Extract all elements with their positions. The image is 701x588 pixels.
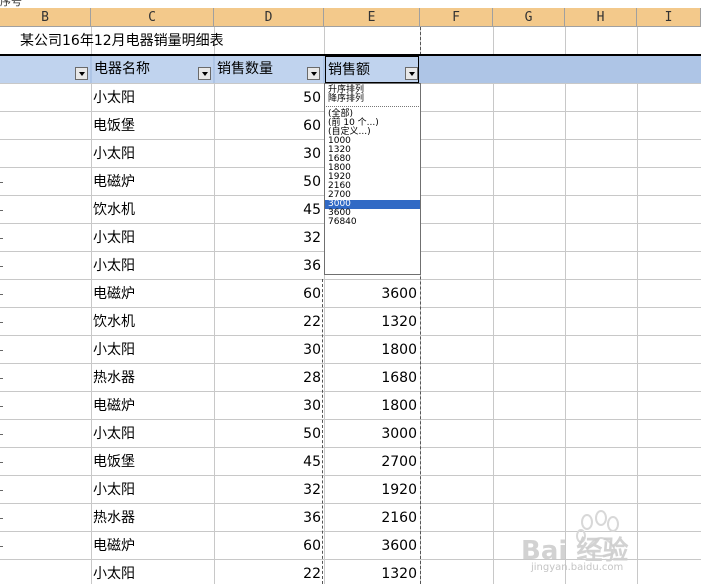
- cell-qty[interactable]: 36: [214, 252, 322, 280]
- cell-qty[interactable]: 45: [214, 448, 322, 476]
- cell-qty[interactable]: 30: [214, 140, 322, 168]
- cell-amt[interactable]: 3000: [324, 420, 417, 448]
- column-header-h[interactable]: H: [565, 8, 637, 27]
- cell-amt[interactable]: 1800: [324, 392, 417, 420]
- column-header-f[interactable]: F: [420, 8, 493, 27]
- cell-qty[interactable]: 28: [214, 364, 322, 392]
- cell-name[interactable]: 小太阳: [92, 420, 135, 448]
- cell-name[interactable]: 小太阳: [92, 84, 135, 112]
- column-header-d[interactable]: D: [214, 8, 324, 27]
- cell-qty[interactable]: 32: [214, 224, 322, 252]
- cell-name[interactable]: 电磁炉: [92, 168, 135, 196]
- baidu-watermark: Bai 经验 jingyan.baidu.com: [521, 508, 671, 578]
- autofilter-dropdown-list[interactable]: 升序排列 降序排列 (全部) (前 10 个...) (自定义...) 1000…: [324, 83, 421, 275]
- cell-name[interactable]: 小太阳: [92, 224, 135, 252]
- cell-qty[interactable]: 45: [214, 196, 322, 224]
- column-header-g[interactable]: G: [493, 8, 565, 27]
- cell-qty[interactable]: 36: [214, 504, 322, 532]
- cell-qty[interactable]: 30: [214, 392, 322, 420]
- cell-name[interactable]: 饮水机: [92, 308, 135, 336]
- cell-amt[interactable]: 2700: [324, 448, 417, 476]
- cell-qty[interactable]: 22: [214, 308, 322, 336]
- cell-name[interactable]: 小太阳: [92, 476, 135, 504]
- filter-dropdown-qty[interactable]: [307, 67, 320, 80]
- cell-qty[interactable]: 60: [214, 112, 322, 140]
- cell-qty[interactable]: 60: [214, 280, 322, 308]
- cell-name[interactable]: 小太阳: [92, 336, 135, 364]
- column-header-e[interactable]: E: [324, 8, 420, 27]
- filter-dropdown-amt[interactable]: [405, 67, 418, 80]
- cell-name[interactable]: 小太阳: [92, 252, 135, 280]
- formula-bar-fragment: 序号: [0, 0, 22, 8]
- cell-qty[interactable]: 50: [214, 420, 322, 448]
- cell-amt[interactable]: 1920: [324, 476, 417, 504]
- cell-amt[interactable]: 3600: [324, 532, 417, 560]
- cell-amt[interactable]: 3600: [324, 280, 417, 308]
- cell-amt[interactable]: 1680: [324, 364, 417, 392]
- sheet-title: 某公司16年12月电器销量明细表: [20, 33, 224, 49]
- sort-descending-option[interactable]: 降序排列: [325, 95, 420, 104]
- cell-name[interactable]: 热水器: [92, 364, 135, 392]
- cell-name[interactable]: 电磁炉: [92, 280, 135, 308]
- header-qty-label: 销售数量: [217, 61, 273, 77]
- cell-amt[interactable]: 1320: [324, 308, 417, 336]
- header-cell-name[interactable]: 电器名称: [92, 56, 213, 83]
- cell-name[interactable]: 电饭堡: [92, 112, 135, 140]
- cell-qty[interactable]: 32: [214, 476, 322, 504]
- cell-amt[interactable]: 1800: [324, 336, 417, 364]
- filter-dropdown-b[interactable]: [75, 67, 88, 80]
- watermark-url: jingyan.baidu.com: [531, 562, 624, 573]
- cell-qty[interactable]: 50: [214, 84, 322, 112]
- cell-amt[interactable]: 2160: [324, 504, 417, 532]
- column-header-b[interactable]: B: [0, 8, 91, 27]
- column-header-c[interactable]: C: [91, 8, 214, 27]
- filter-dropdown-name[interactable]: [198, 67, 211, 80]
- cell-name[interactable]: 电磁炉: [92, 392, 135, 420]
- cell-qty[interactable]: 30: [214, 336, 322, 364]
- cell-name[interactable]: 小太阳: [92, 140, 135, 168]
- cell-name[interactable]: 热水器: [92, 504, 135, 532]
- dropdown-separator: [326, 106, 419, 108]
- cell-qty[interactable]: 50: [214, 168, 322, 196]
- header-name-label: 电器名称: [94, 61, 150, 77]
- cell-name[interactable]: 电饭堡: [92, 448, 135, 476]
- cell-name[interactable]: 饮水机: [92, 196, 135, 224]
- filter-option[interactable]: 76840: [325, 218, 420, 227]
- cell-name[interactable]: 电磁炉: [92, 532, 135, 560]
- header-amt-label: 销售额: [328, 62, 370, 78]
- column-header-i[interactable]: I: [637, 8, 701, 27]
- cell-qty[interactable]: 60: [214, 532, 322, 560]
